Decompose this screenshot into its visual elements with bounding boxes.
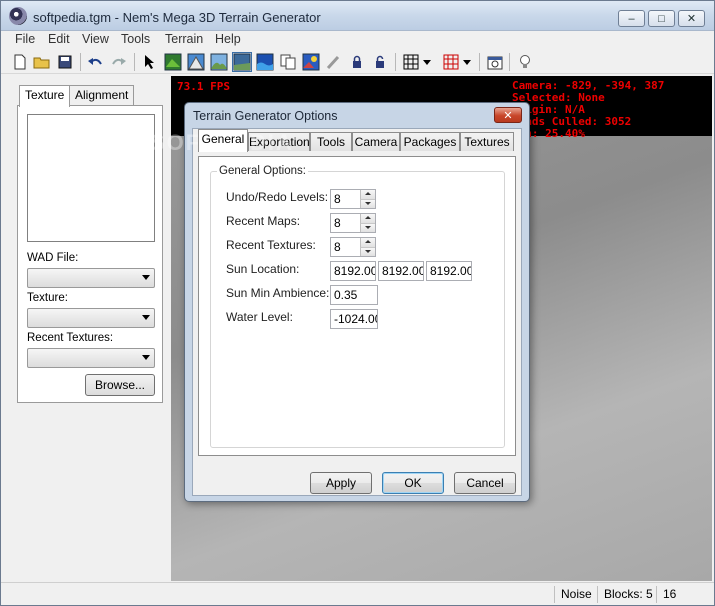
general-tab-page: General Options: Undo/Redo Levels: 8 Rec…: [198, 156, 516, 456]
terrain-hills-icon[interactable]: [209, 52, 229, 72]
close-button[interactable]: ✕: [678, 10, 705, 27]
spin-down-icon[interactable]: [360, 223, 375, 232]
spin-up-icon[interactable]: [360, 238, 375, 247]
status-blocks: Blocks: 5: [597, 586, 659, 603]
recent-maps-value: 8: [334, 216, 341, 230]
browse-button[interactable]: Browse...: [85, 374, 155, 396]
undo-redo-value: 8: [334, 192, 341, 206]
spin-down-icon[interactable]: [360, 199, 375, 208]
menu-view[interactable]: View: [82, 32, 109, 46]
grid-dropdown-icon[interactable]: [421, 52, 433, 72]
dialog-title: Terrain Generator Options: [193, 109, 338, 123]
recent-maps-label: Recent Maps:: [226, 214, 301, 228]
minimize-button[interactable]: –: [618, 10, 645, 27]
apply-button[interactable]: Apply: [310, 472, 372, 494]
chevron-down-icon: [142, 315, 150, 320]
dialog-client: General Exportation Tools Camera Package…: [192, 128, 522, 496]
menu-tools[interactable]: Tools: [121, 32, 150, 46]
water-level-label: Water Level:: [226, 310, 293, 324]
maximize-button[interactable]: □: [648, 10, 675, 27]
recent-textures-label: Recent Textures:: [27, 332, 114, 344]
lightbulb-icon[interactable]: [515, 52, 535, 72]
recent-textures-label: Recent Textures:: [226, 238, 316, 252]
texture-preview: [27, 114, 155, 242]
lock-icon[interactable]: [347, 52, 367, 72]
undo-icon[interactable]: [85, 52, 105, 72]
sun-x-field[interactable]: 8192.00: [330, 261, 376, 281]
select-arrow-icon[interactable]: [139, 52, 159, 72]
new-file-icon[interactable]: [10, 52, 30, 72]
terrain-sky-icon[interactable]: [301, 52, 321, 72]
fps-counter: 73.1 FPS: [177, 80, 230, 93]
terrain-grass-icon[interactable]: [163, 52, 183, 72]
red-grid-dropdown-icon[interactable]: [461, 52, 473, 72]
title-bar: softpedia.tgm - Nem's Mega 3D Terrain Ge…: [1, 1, 714, 31]
group-title: General Options:: [217, 165, 308, 177]
chevron-down-icon: [142, 355, 150, 360]
sun-location-label: Sun Location:: [226, 262, 300, 276]
unlock-icon[interactable]: [370, 52, 390, 72]
recent-textures-value: 8: [334, 240, 341, 254]
recent-textures-dropdown[interactable]: [27, 348, 155, 368]
spin-up-icon[interactable]: [360, 214, 375, 223]
cancel-button[interactable]: Cancel: [454, 472, 516, 494]
tab-alignment[interactable]: Alignment: [69, 85, 135, 106]
terrain-water-icon[interactable]: [255, 52, 275, 72]
tab-tools[interactable]: Tools: [310, 132, 352, 151]
redo-icon[interactable]: [109, 52, 129, 72]
tab-packages[interactable]: Packages: [400, 132, 460, 151]
texture-label: Texture:: [27, 292, 68, 304]
save-icon[interactable]: [55, 52, 75, 72]
sun-min-ambience-label: Sun Min Ambience:: [226, 286, 330, 300]
recent-maps-stepper[interactable]: 8: [330, 213, 376, 233]
menu-edit[interactable]: Edit: [48, 32, 70, 46]
open-folder-icon[interactable]: [32, 52, 52, 72]
ok-button[interactable]: OK: [382, 472, 444, 494]
texture-tab-page: WAD File: Texture: Recent Textures: Brow…: [17, 105, 163, 403]
undo-redo-label: Undo/Redo Levels:: [226, 190, 329, 204]
status-mode: Noise: [554, 586, 598, 603]
texture-dropdown[interactable]: [27, 308, 155, 328]
tab-general[interactable]: General: [198, 129, 248, 152]
tab-camera[interactable]: Camera: [352, 132, 400, 151]
wad-file-label: WAD File:: [27, 252, 79, 264]
menu-file[interactable]: File: [15, 32, 35, 46]
options-dialog: Terrain Generator Options ✕ General Expo…: [184, 102, 530, 502]
water-level-field[interactable]: -1024.00: [330, 309, 378, 329]
spin-down-icon[interactable]: [360, 247, 375, 256]
chevron-down-icon: [142, 275, 150, 280]
status-count: 16: [656, 586, 682, 603]
spin-up-icon[interactable]: [360, 190, 375, 199]
wad-file-dropdown[interactable]: [27, 268, 155, 288]
terrain-flat-icon[interactable]: [232, 52, 252, 72]
status-bar: Noise Blocks: 5 16: [1, 582, 714, 605]
grid-icon[interactable]: [401, 52, 421, 72]
app-icon: [9, 7, 27, 25]
sun-y-field[interactable]: 8192.00: [378, 261, 424, 281]
menu-bar: File Edit View Tools Terrain Help: [1, 31, 714, 49]
paint-brush-icon[interactable]: [324, 52, 344, 72]
copy-icon[interactable]: [278, 52, 298, 72]
window-title: softpedia.tgm - Nem's Mega 3D Terrain Ge…: [33, 10, 321, 25]
menu-terrain[interactable]: Terrain: [165, 32, 203, 46]
dialog-close-button[interactable]: ✕: [494, 107, 522, 123]
sun-min-ambience-field[interactable]: 0.35: [330, 285, 378, 305]
camera-info: Camera: -829, -394, 387 Selected: None i…: [512, 79, 665, 140]
terrain-mountain-icon[interactable]: [186, 52, 206, 72]
red-grid-icon[interactable]: [441, 52, 461, 72]
sun-z-field[interactable]: 8192.00: [426, 261, 472, 281]
texture-panel: Texture Alignment WAD File: Texture: Rec…: [17, 85, 163, 403]
undo-redo-stepper[interactable]: 8: [330, 189, 376, 209]
menu-help[interactable]: Help: [215, 32, 241, 46]
recent-textures-stepper[interactable]: 8: [330, 237, 376, 257]
options-icon[interactable]: [485, 52, 505, 72]
tab-texture[interactable]: Texture: [19, 85, 71, 107]
tab-textures[interactable]: Textures: [460, 132, 514, 151]
toolbar: [1, 50, 714, 74]
